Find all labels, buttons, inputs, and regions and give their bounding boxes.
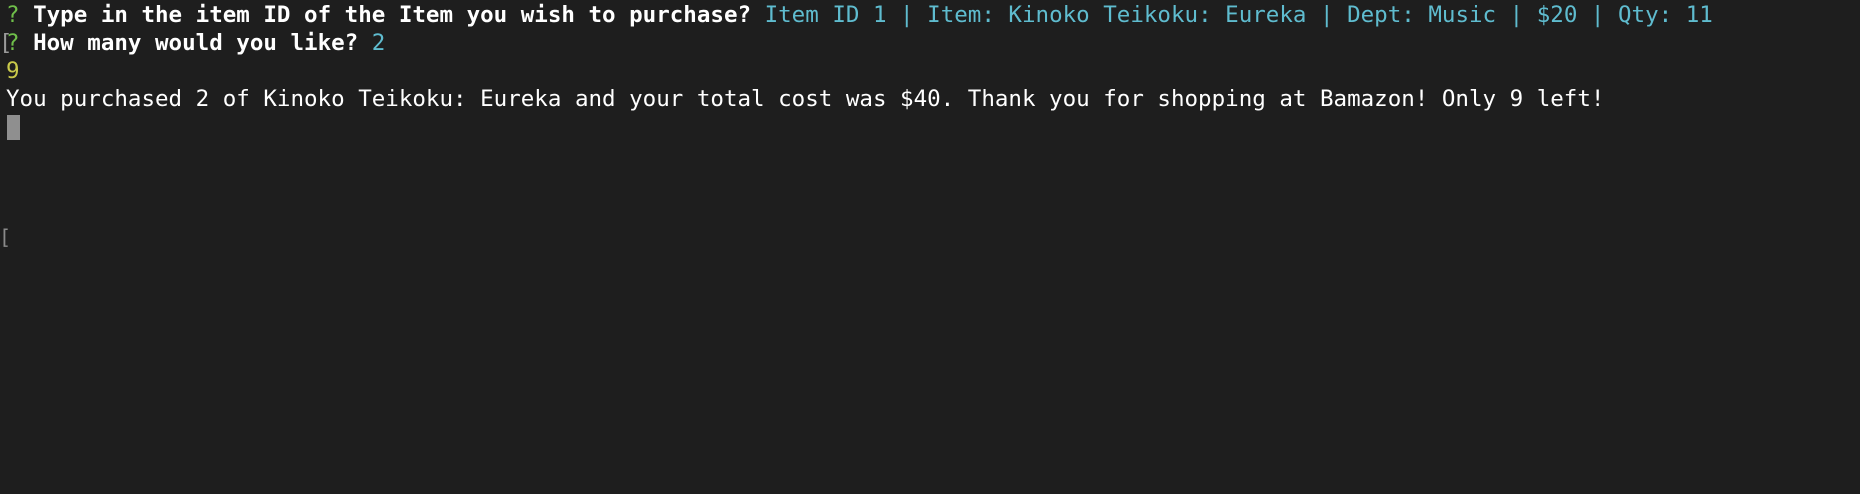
terminal-line-item-id-prompt: ? Type in the item ID of the Item you wi… xyxy=(6,1,1713,29)
quantity-question: How many would you like? xyxy=(33,30,359,56)
item-id-answer: Item ID 1 | Item: Kinoko Teikoku: Eureka… xyxy=(764,2,1713,28)
margin-bracket-mark: [ xyxy=(0,225,12,249)
item-id-question: Type in the item ID of the Item you wish… xyxy=(33,2,752,28)
question-mark-icon: ? xyxy=(6,30,20,56)
terminal-line-quantity-prompt: ? How many would you like? 2 xyxy=(6,29,385,57)
terminal-line-purchase-result: You purchased 2 of Kinoko Teikoku: Eurek… xyxy=(6,85,1604,113)
quantity-answer: 2 xyxy=(371,30,386,56)
question-mark-icon: ? xyxy=(6,2,20,28)
terminal-line-echo: 9 xyxy=(6,57,20,85)
purchase-confirmation-text: You purchased 2 of Kinoko Teikoku: Eurek… xyxy=(6,86,1605,112)
remaining-quantity-echo: 9 xyxy=(6,58,20,84)
terminal-cursor xyxy=(7,115,20,140)
terminal-window[interactable]: ? Type in the item ID of the Item you wi… xyxy=(0,0,1860,494)
